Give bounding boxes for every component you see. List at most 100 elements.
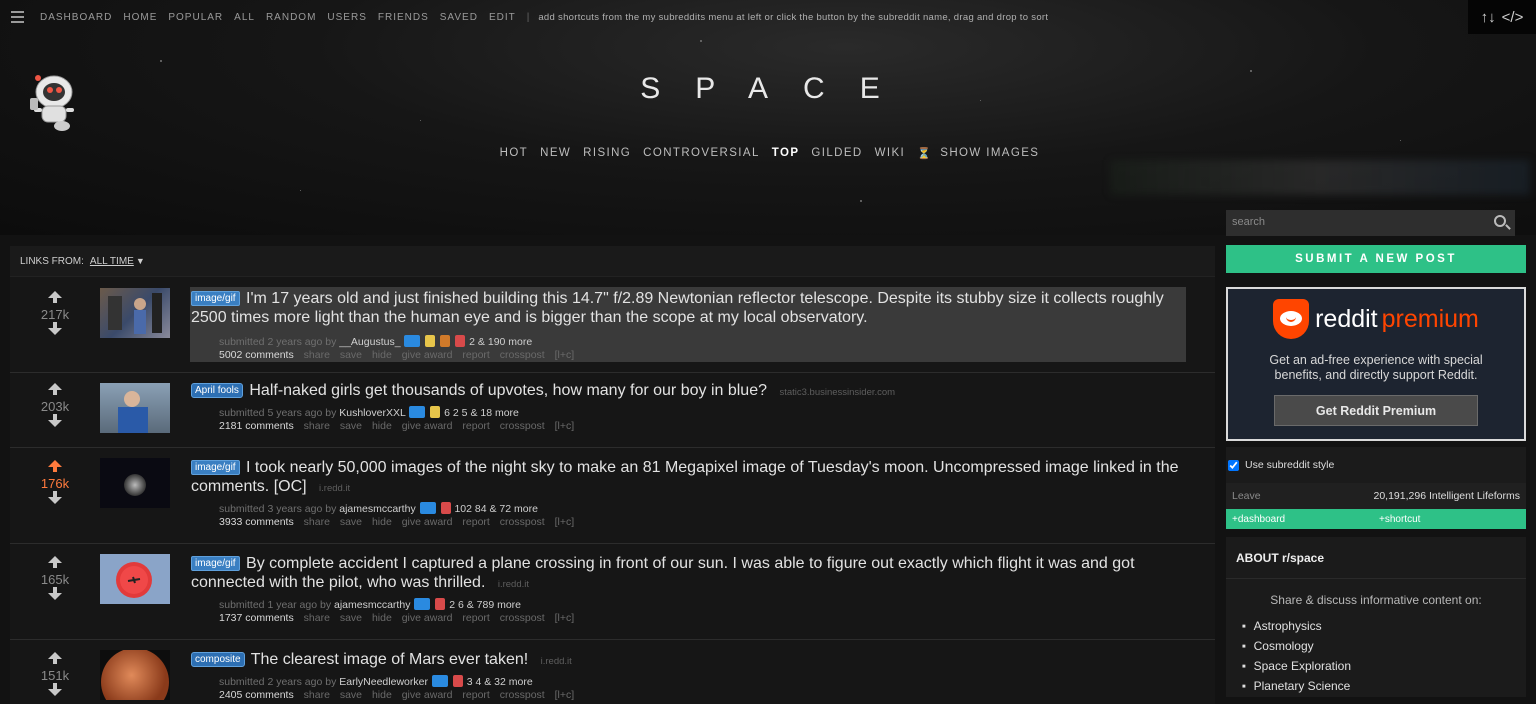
post-flair[interactable]: image/gif	[191, 460, 240, 475]
hide-link[interactable]: hide	[372, 516, 392, 528]
site-title[interactable]: SPACE	[560, 72, 960, 106]
save-link[interactable]: save	[340, 516, 362, 528]
nav-edit[interactable]: EDIT	[489, 12, 516, 23]
lc-link[interactable]: [l+c]	[555, 612, 575, 624]
save-link[interactable]: save	[340, 420, 362, 432]
nav-users[interactable]: USERS	[327, 12, 366, 23]
tab-hot[interactable]: HOT	[500, 147, 528, 160]
add-shortcut-button[interactable]: +shortcut	[1379, 514, 1526, 525]
tab-show-images[interactable]: SHOW IMAGES	[940, 147, 1039, 160]
upvote-icon[interactable]	[48, 291, 62, 303]
nav-popular[interactable]: POPULAR	[168, 12, 223, 23]
crosspost-link[interactable]: crosspost	[500, 420, 545, 432]
author-link[interactable]: KushloverXXL	[339, 407, 405, 419]
crosspost-link[interactable]: crosspost	[500, 516, 545, 528]
post-domain[interactable]: i.redd.it	[541, 656, 572, 667]
lc-link[interactable]: [l+c]	[555, 516, 575, 528]
post-domain[interactable]: static3.businessinsider.com	[779, 387, 895, 398]
post-domain[interactable]: i.redd.it	[319, 483, 350, 494]
post-thumbnail[interactable]	[100, 383, 170, 433]
hide-link[interactable]: hide	[372, 689, 392, 701]
give-award-link[interactable]: give award	[402, 516, 453, 528]
report-link[interactable]: report	[462, 612, 489, 624]
subreddit-style-checkbox[interactable]	[1228, 459, 1239, 471]
post-title[interactable]: Half-naked girls get thousands of upvote…	[249, 382, 767, 399]
share-link[interactable]: share	[304, 420, 330, 432]
hide-link[interactable]: hide	[372, 349, 392, 361]
post-flair[interactable]: image/gif	[191, 556, 240, 571]
post-thumbnail[interactable]	[100, 554, 170, 604]
upvote-icon[interactable]	[48, 556, 62, 568]
lc-link[interactable]: [l+c]	[555, 689, 575, 701]
chevron-down-icon[interactable]: ▼	[136, 256, 145, 266]
save-link[interactable]: save	[340, 349, 362, 361]
report-link[interactable]: report	[462, 349, 489, 361]
report-link[interactable]: report	[462, 420, 489, 432]
save-link[interactable]: save	[340, 612, 362, 624]
nav-saved[interactable]: SAVED	[440, 12, 478, 23]
save-link[interactable]: save	[340, 689, 362, 701]
give-award-link[interactable]: give award	[402, 612, 453, 624]
awards-count[interactable]: 3 4 & 32 more	[467, 676, 533, 688]
nav-friends[interactable]: FRIENDS	[378, 12, 429, 23]
share-link[interactable]: share	[304, 689, 330, 701]
menu-icon[interactable]	[11, 11, 24, 23]
hide-link[interactable]: hide	[372, 420, 392, 432]
author-link[interactable]: __Augustus_	[339, 336, 400, 348]
give-award-link[interactable]: give award	[402, 420, 453, 432]
post-flair[interactable]: April fools	[191, 383, 243, 398]
crosspost-link[interactable]: crosspost	[500, 612, 545, 624]
hide-link[interactable]: hide	[372, 612, 392, 624]
crosspost-link[interactable]: crosspost	[500, 349, 545, 361]
downvote-icon[interactable]	[48, 414, 62, 427]
downvote-icon[interactable]	[48, 683, 62, 696]
crosspost-link[interactable]: crosspost	[500, 689, 545, 701]
nav-all[interactable]: ALL	[234, 12, 255, 23]
links-from-dropdown[interactable]: ALL TIME	[90, 256, 134, 267]
report-link[interactable]: report	[462, 689, 489, 701]
leave-button[interactable]: Leave	[1232, 490, 1261, 502]
add-dashboard-button[interactable]: +dashboard	[1232, 514, 1379, 525]
lc-link[interactable]: [l+c]	[555, 349, 575, 361]
awards-count[interactable]: 102 84 & 72 more	[454, 503, 537, 515]
post-domain[interactable]: i.redd.it	[498, 579, 529, 590]
downvote-icon[interactable]	[48, 322, 62, 335]
post-thumbnail[interactable]	[100, 288, 170, 338]
tab-top[interactable]: TOP	[772, 147, 800, 160]
astronaut-mascot-icon[interactable]	[24, 70, 82, 132]
comments-link[interactable]: 2181 comments	[219, 420, 294, 432]
tab-wiki[interactable]: WIKI	[875, 147, 906, 160]
comments-link[interactable]: 5002 comments	[219, 349, 294, 361]
awards-count[interactable]: 2 6 & 789 more	[449, 599, 521, 611]
give-award-link[interactable]: give award	[402, 689, 453, 701]
upvote-icon[interactable]	[48, 383, 62, 395]
share-link[interactable]: share	[304, 516, 330, 528]
nav-home[interactable]: HOME	[123, 12, 157, 23]
search-input[interactable]	[1226, 210, 1486, 234]
post-title[interactable]: By complete accident I captured a plane …	[191, 555, 1135, 591]
get-premium-button[interactable]: Get Reddit Premium	[1274, 395, 1478, 426]
author-link[interactable]: ajamesmccarthy	[334, 599, 410, 611]
comments-link[interactable]: 3933 comments	[219, 516, 294, 528]
tab-gilded[interactable]: GILDED	[811, 147, 862, 160]
post-title[interactable]: The clearest image of Mars ever taken!	[251, 651, 528, 668]
awards-count[interactable]: 2 & 190 more	[469, 336, 532, 348]
author-link[interactable]: EarlyNeedleworker	[339, 676, 428, 688]
post-title[interactable]: I'm 17 years old and just finished build…	[191, 290, 1164, 326]
downvote-icon[interactable]	[48, 587, 62, 600]
report-link[interactable]: report	[462, 516, 489, 528]
tab-controversial[interactable]: CONTROVERSIAL	[643, 147, 760, 160]
awards-count[interactable]: 6 2 5 & 18 more	[444, 407, 519, 419]
share-link[interactable]: share	[304, 612, 330, 624]
nav-random[interactable]: RANDOM	[266, 12, 316, 23]
search-icon[interactable]	[1494, 215, 1506, 227]
upvote-icon[interactable]	[48, 460, 62, 472]
post-thumbnail[interactable]	[100, 458, 170, 508]
post-thumbnail[interactable]	[100, 650, 170, 700]
author-link[interactable]: ajamesmccarthy	[339, 503, 415, 515]
lc-link[interactable]: [l+c]	[555, 420, 575, 432]
give-award-link[interactable]: give award	[402, 349, 453, 361]
code-icon[interactable]: </>	[1502, 9, 1524, 26]
nav-dashboard[interactable]: DASHBOARD	[40, 12, 112, 23]
share-link[interactable]: share	[304, 349, 330, 361]
